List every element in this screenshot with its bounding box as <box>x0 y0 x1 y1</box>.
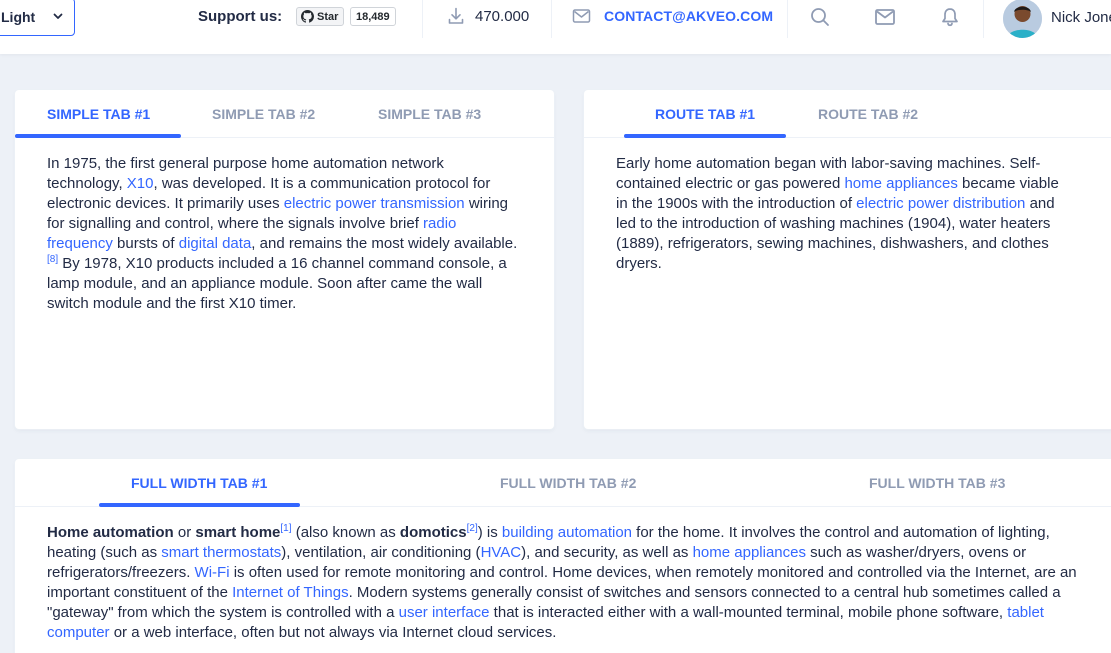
link-x10[interactable]: X10 <box>127 175 154 192</box>
route-tab-content: Early home automation began with labor-s… <box>584 138 1111 274</box>
content-text: bursts of <box>112 235 179 252</box>
tab-simple-1[interactable]: SIMPLE TAB #1 <box>47 106 150 122</box>
avatar[interactable] <box>1003 0 1042 38</box>
tab-simple-3[interactable]: SIMPLE TAB #3 <box>378 106 481 122</box>
theme-select[interactable]: Light <box>0 0 75 36</box>
full-width-tabs-card: FULL WIDTH TAB #1 FULL WIDTH TAB #2 FULL… <box>15 459 1111 653</box>
reference-8[interactable]: [8] <box>47 254 58 265</box>
simple-tab-content: In 1975, the first general purpose home … <box>15 138 554 314</box>
link-hvac[interactable]: HVAC <box>481 544 522 561</box>
active-tab-indicator <box>15 134 181 138</box>
active-tab-indicator <box>624 134 786 138</box>
header: Light Support us: Star 18,489 470.000 CO… <box>0 0 1111 54</box>
link-building-automation[interactable]: building automation <box>502 524 632 541</box>
full-width-tabset: FULL WIDTH TAB #1 FULL WIDTH TAB #2 FULL… <box>15 459 1111 507</box>
download-icon <box>448 7 464 24</box>
link-digital-data[interactable]: digital data <box>179 235 252 252</box>
downloads-count: 470.000 <box>475 8 530 25</box>
content-text: , and remains the most widely available. <box>251 235 518 252</box>
link-electric-power-distribution[interactable]: electric power distribution <box>856 195 1025 212</box>
header-divider <box>983 0 984 38</box>
tab-simple-2[interactable]: SIMPLE TAB #2 <box>212 106 315 122</box>
reference-1[interactable]: [1] <box>280 523 291 534</box>
route-tabset: ROUTE TAB #1 ROUTE TAB #2 <box>584 90 1111 138</box>
link-user-interface[interactable]: user interface <box>399 604 490 621</box>
header-divider <box>422 0 423 38</box>
support-label: Support us: <box>198 8 283 25</box>
github-star-label: Star <box>317 10 339 23</box>
content-text: or <box>173 524 196 541</box>
route-tabs-card: ROUTE TAB #1 ROUTE TAB #2 Early home aut… <box>584 90 1111 429</box>
search-icon[interactable] <box>809 6 831 28</box>
link-electric-power-transmission[interactable]: electric power transmission <box>284 195 465 212</box>
link-internet-of-things[interactable]: Internet of Things <box>232 584 348 601</box>
content-text: (also known as <box>291 524 400 541</box>
tab-route-1[interactable]: ROUTE TAB #1 <box>655 106 755 122</box>
reference-2[interactable]: [2] <box>467 523 478 534</box>
simple-tabs-card: SIMPLE TAB #1 SIMPLE TAB #2 SIMPLE TAB #… <box>15 90 554 429</box>
github-icon <box>301 10 314 23</box>
tab-route-2[interactable]: ROUTE TAB #2 <box>818 106 918 122</box>
bold-term: domotics <box>399 524 467 541</box>
content-text: ) is <box>477 524 502 541</box>
header-divider <box>787 0 788 38</box>
theme-select-value: Light <box>1 9 36 25</box>
github-star-count[interactable]: 18,489 <box>350 7 396 26</box>
user-name[interactable]: Nick Jones <box>1051 9 1111 26</box>
mail-icon <box>572 9 591 23</box>
email-icon[interactable] <box>874 6 896 28</box>
link-smart-thermostats[interactable]: smart thermostats <box>161 544 281 561</box>
content-text: or a web interface, often but not always… <box>109 624 557 641</box>
active-tab-indicator <box>99 503 300 507</box>
simple-tabset: SIMPLE TAB #1 SIMPLE TAB #2 SIMPLE TAB #… <box>15 90 554 138</box>
github-star-button[interactable]: Star <box>296 7 345 26</box>
bell-icon[interactable] <box>939 6 961 28</box>
bold-term: smart home <box>195 524 281 541</box>
tab-full-width-2[interactable]: FULL WIDTH TAB #2 <box>500 475 636 491</box>
bold-term: Home automation <box>47 524 174 541</box>
header-divider <box>551 0 552 38</box>
chevron-down-icon <box>53 13 63 19</box>
content-text: ), and security, as well as <box>521 544 693 561</box>
tab-full-width-3[interactable]: FULL WIDTH TAB #3 <box>869 475 1005 491</box>
contact-email-link[interactable]: CONTACT@AKVEO.COM <box>604 8 773 24</box>
tab-full-width-1[interactable]: FULL WIDTH TAB #1 <box>131 475 267 491</box>
content-text: that is interacted either with a wall-mo… <box>489 604 1008 621</box>
content-text: By 1978, X10 products included a 16 chan… <box>47 255 507 312</box>
full-width-tab-content: Home automation or smart home[1] (also k… <box>15 507 1111 643</box>
user-avatar-image <box>1003 0 1042 38</box>
link-wi-fi[interactable]: Wi-Fi <box>195 564 230 581</box>
content-text: ), ventilation, air conditioning ( <box>281 544 481 561</box>
link-home-appliances[interactable]: home appliances <box>693 544 806 561</box>
link-home-appliances[interactable]: home appliances <box>844 175 957 192</box>
